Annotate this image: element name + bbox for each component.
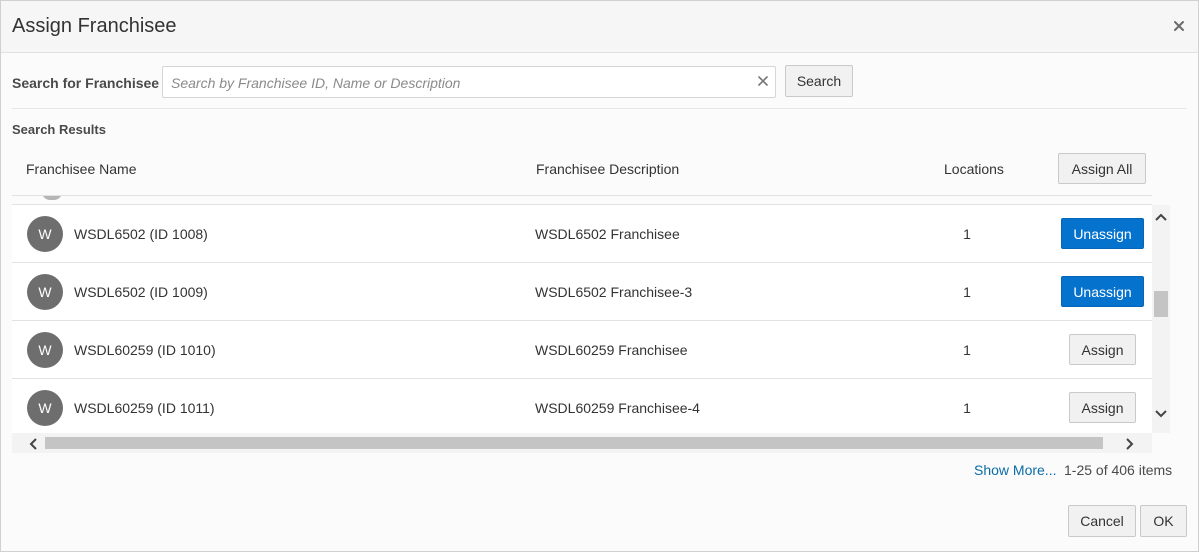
results-table: W WSDL6502 (ID 1008) WSDL6502 Franchisee… xyxy=(12,205,1152,437)
franchisee-name: WSDL60259 (ID 1011) xyxy=(74,400,215,416)
table-row: W WSDL6502 (ID 1008) WSDL6502 Franchisee… xyxy=(12,205,1152,263)
search-results-label: Search Results xyxy=(12,122,106,137)
vertical-scroll-thumb[interactable] xyxy=(1154,291,1168,317)
franchisee-description: WSDL6502 Franchisee xyxy=(535,226,680,242)
dialog-header: Assign Franchisee xyxy=(1,1,1198,53)
assign-all-button[interactable]: Assign All xyxy=(1058,153,1146,184)
clear-icon[interactable] xyxy=(757,75,769,87)
table-row: W WSDL60259 (ID 1011) WSDL60259 Franchis… xyxy=(12,379,1152,437)
cancel-button[interactable]: Cancel xyxy=(1068,505,1136,537)
search-button[interactable]: Search xyxy=(785,65,853,97)
search-input[interactable] xyxy=(169,71,753,95)
franchisee-description: WSDL60259 Franchisee-4 xyxy=(535,400,700,416)
franchisee-name: WSDL6502 (ID 1008) xyxy=(74,226,208,242)
locations-count: 1 xyxy=(963,400,971,416)
assign-button[interactable]: Assign xyxy=(1069,334,1136,365)
chevron-down-icon[interactable] xyxy=(1155,409,1167,419)
horizontal-scroll-thumb[interactable] xyxy=(45,437,1103,449)
unassign-button[interactable]: Unassign xyxy=(1061,276,1144,307)
ok-button[interactable]: OK xyxy=(1140,505,1187,537)
items-count: 1-25 of 406 items xyxy=(1064,462,1173,478)
franchisee-description: WSDL6502 Franchisee-3 xyxy=(535,284,693,300)
show-more-link[interactable]: Show More... xyxy=(974,462,1056,478)
table-row-partial xyxy=(12,196,1152,205)
assign-button[interactable]: Assign xyxy=(1069,392,1136,423)
chevron-right-icon[interactable] xyxy=(1125,438,1135,450)
franchisee-name: WSDL60259 (ID 1010) xyxy=(74,342,216,358)
divider xyxy=(12,108,1187,109)
search-label: Search for Franchisee xyxy=(12,75,160,91)
table-row: W WSDL60259 (ID 1010) WSDL60259 Franchis… xyxy=(12,321,1152,379)
franchisee-description: WSDL60259 Franchisee xyxy=(535,342,688,358)
locations-count: 1 xyxy=(963,284,971,300)
search-field xyxy=(162,66,776,98)
column-header-name: Franchisee Name xyxy=(26,161,137,177)
avatar: W xyxy=(27,274,63,310)
dialog-title: Assign Franchisee xyxy=(12,15,177,37)
avatar: W xyxy=(27,216,63,252)
column-header-locations: Locations xyxy=(944,161,1004,177)
assign-franchisee-dialog: Assign Franchisee Search for Franchisee … xyxy=(0,0,1199,552)
locations-count: 1 xyxy=(963,226,971,242)
chevron-left-icon[interactable] xyxy=(28,438,38,450)
vertical-scrollbar[interactable] xyxy=(1152,205,1170,433)
table-row: W WSDL6502 (ID 1009) WSDL6502 Franchisee… xyxy=(12,263,1152,321)
locations-count: 1 xyxy=(963,342,971,358)
franchisee-name: WSDL6502 (ID 1009) xyxy=(74,284,208,300)
close-icon xyxy=(1174,21,1184,31)
column-header-description: Franchisee Description xyxy=(536,161,680,177)
avatar: W xyxy=(27,390,63,426)
unassign-button[interactable]: Unassign xyxy=(1061,218,1144,249)
chevron-up-icon[interactable] xyxy=(1155,212,1167,222)
avatar: W xyxy=(27,332,63,368)
avatar-partial xyxy=(42,196,62,200)
horizontal-scrollbar[interactable] xyxy=(12,433,1152,453)
close-button[interactable] xyxy=(1170,17,1188,35)
